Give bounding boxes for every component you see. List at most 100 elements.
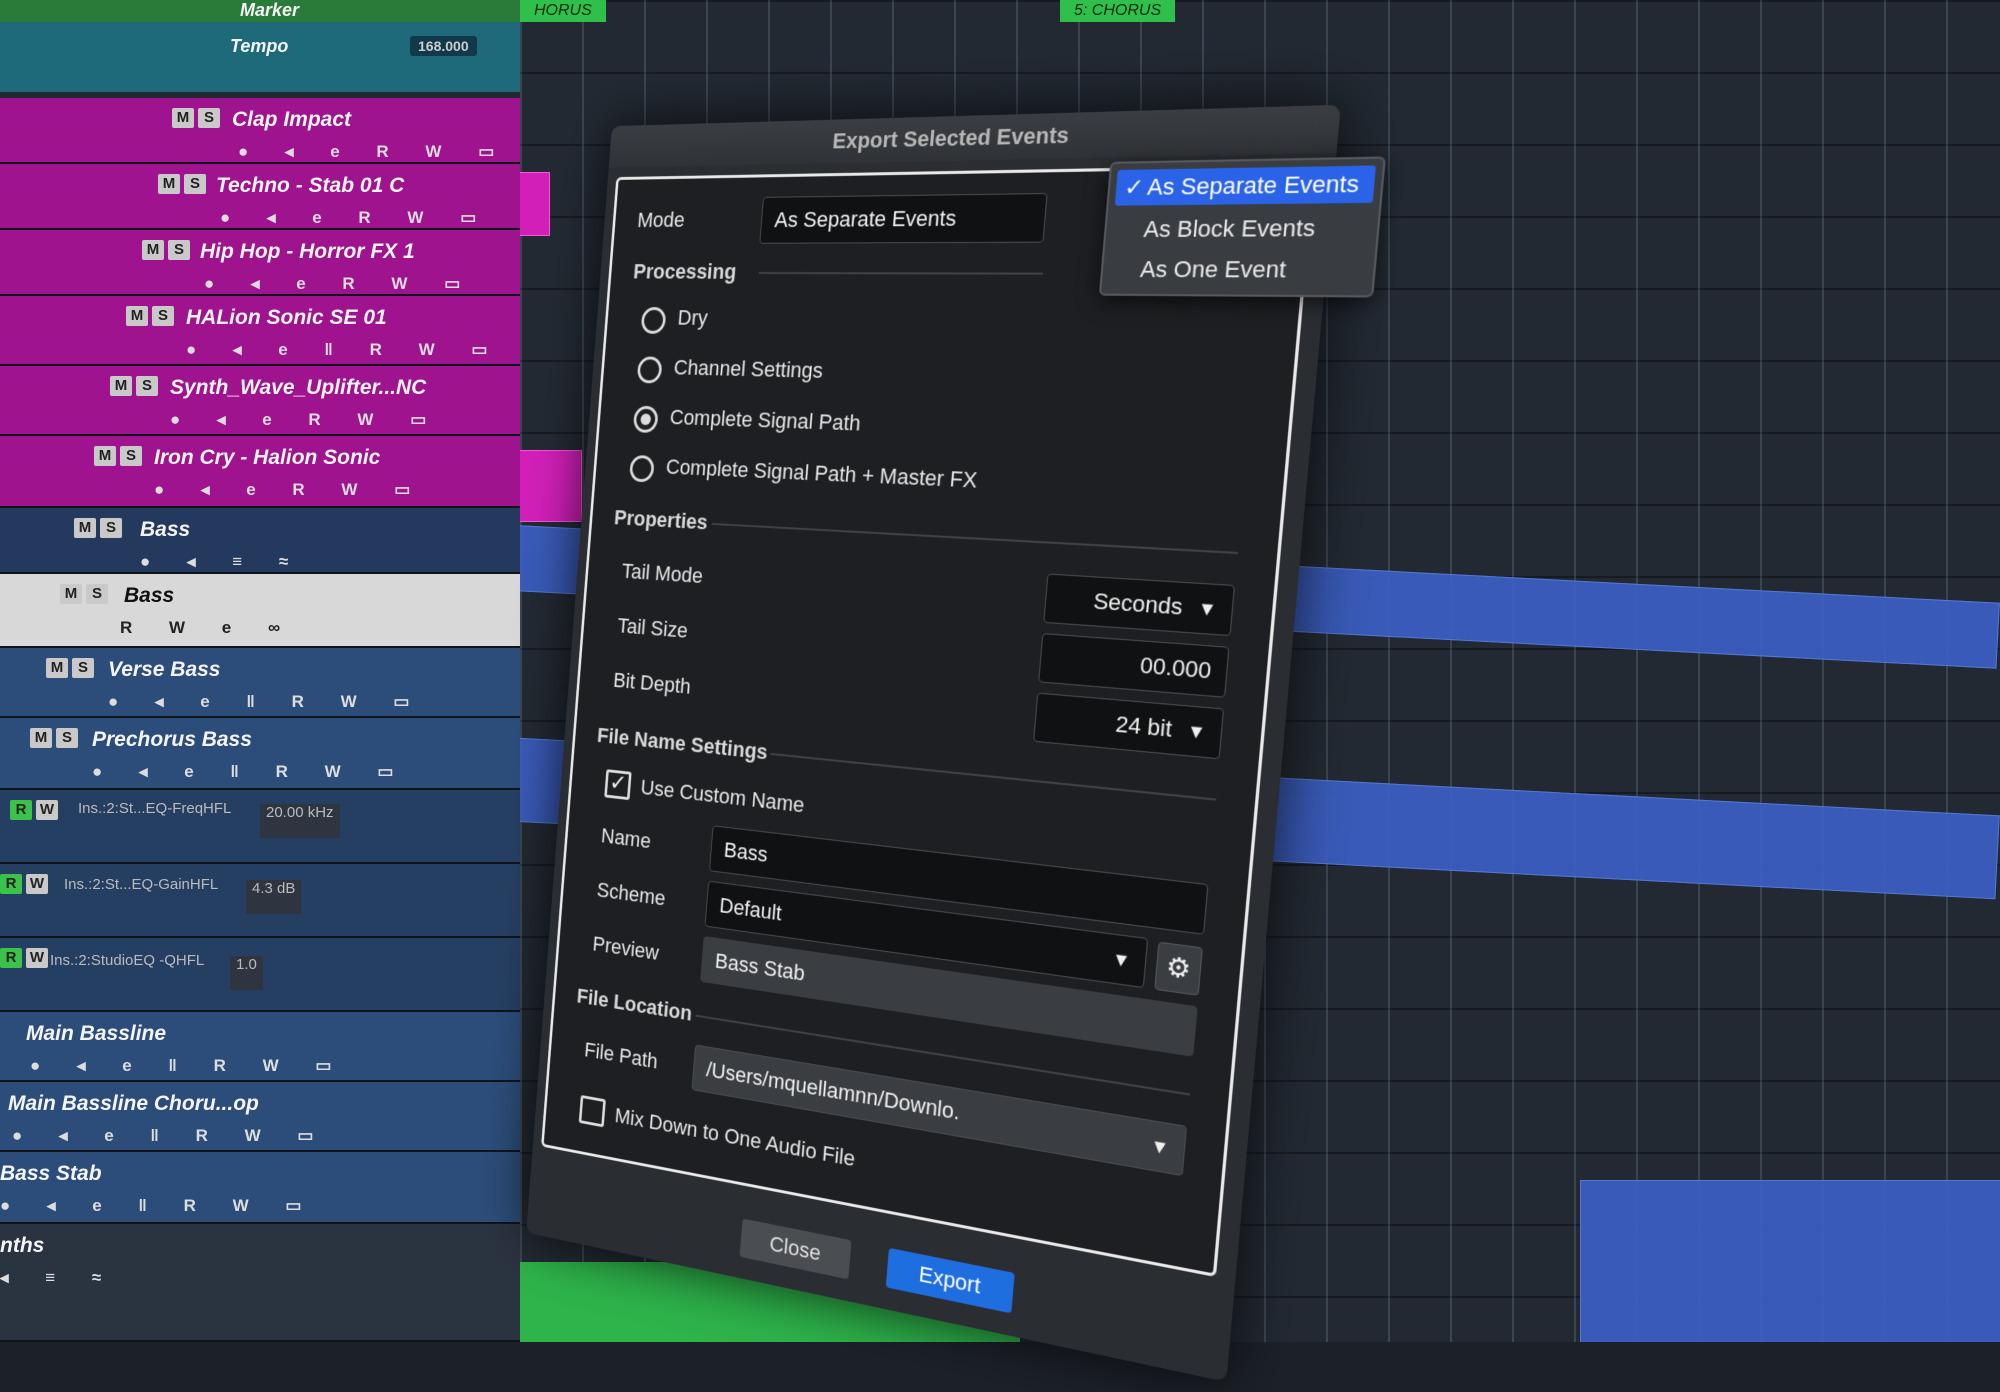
track-controls[interactable]: ● ◂ e R W ▭: [238, 142, 510, 162]
bit-depth-value: 24 bit: [1115, 711, 1173, 742]
chevron-down-icon: ▼: [1148, 1121, 1171, 1172]
track-row[interactable]: MS Techno - Stab 01 C ● ◂ e R W ▭: [0, 164, 520, 230]
mixdown-checkbox[interactable]: [579, 1095, 606, 1127]
track-name: Hip Hop - Horror FX 1: [200, 240, 415, 264]
radio-channel-settings[interactable]: Channel Settings: [637, 354, 639, 382]
marker-chorus-left[interactable]: HORUS: [520, 0, 606, 22]
track-controls[interactable]: ● ◂ e R W ▭: [204, 274, 476, 294]
track-row[interactable]: Main Bassline Choru...op ● ◂ e ‖ R W ▭: [0, 1082, 520, 1152]
insert-param-name[interactable]: Ins.:2:St...EQ-FreqHFL: [78, 800, 231, 834]
gear-icon[interactable]: ⚙: [1154, 942, 1203, 996]
track-controls[interactable]: ◂ ≡ ≈: [0, 1268, 117, 1288]
scheme-label: Scheme: [596, 878, 666, 912]
menu-item-as-block-events[interactable]: As Block Events: [1111, 210, 1372, 248]
track-controls[interactable]: ● ◂ e ‖ R W ▭: [30, 1056, 347, 1076]
tail-size-input[interactable]: 00.000: [1038, 633, 1229, 698]
radio-complete-signal-path[interactable]: Complete Signal Path: [633, 404, 635, 432]
marker-track[interactable]: Marker: [0, 0, 520, 22]
mute-solo-buttons[interactable]: MS: [60, 584, 112, 604]
track-row[interactable]: nths ◂ ≡ ≈: [0, 1224, 520, 1342]
track-row[interactable]: MS Hip Hop - Horror FX 1 ● ◂ e R W ▭: [0, 230, 520, 296]
mute-solo-buttons[interactable]: MS: [110, 376, 162, 396]
insert-row[interactable]: RW Ins.:2:St...EQ-GainHFL 4.3 dB: [0, 864, 520, 938]
track-name: Techno - Stab 01 C: [216, 174, 404, 198]
chevron-down-icon: ▼: [1185, 707, 1208, 757]
track-row[interactable]: MS Bass ● ◂ ≡ ≈: [0, 508, 520, 574]
track-controls[interactable]: ● ◂ e ‖ R W ▭: [0, 1196, 317, 1216]
export-settings-panel: Mode As Separate Events Processing Dry C…: [541, 164, 1315, 1277]
radio-dry[interactable]: Dry: [641, 305, 643, 334]
track-row[interactable]: Main Bassline ● ◂ e ‖ R W ▭: [0, 1012, 520, 1082]
tempo-value[interactable]: 168.000: [410, 36, 477, 56]
export-selected-events-dialog: Export Selected Events Mode As Separate …: [526, 105, 1341, 1382]
mute-solo-buttons[interactable]: MS: [126, 306, 178, 326]
track-controls[interactable]: ● ◂ e ‖ R W ▭: [108, 692, 425, 712]
track-name: HALion Sonic SE 01: [186, 306, 387, 330]
track-controls[interactable]: ● ◂ e ‖ R W ▭: [186, 340, 503, 360]
track-row[interactable]: MS Verse Bass ● ◂ e ‖ R W ▭: [0, 648, 520, 718]
read-write-buttons[interactable]: RW: [10, 800, 62, 820]
track-controls[interactable]: ● ◂ ≡ ≈: [140, 552, 304, 572]
tail-mode-select[interactable]: Seconds ▼: [1043, 573, 1235, 636]
radio-button[interactable]: [637, 356, 663, 383]
track-row[interactable]: MS Prechorus Bass ● ◂ e ‖ R W ▭: [0, 718, 520, 790]
menu-item-as-separate-events[interactable]: ✓ As Separate Events: [1115, 165, 1376, 205]
mute-solo-buttons[interactable]: MS: [142, 240, 194, 260]
file-path-value: /Users/mquellamnn/Downlo.: [705, 1057, 960, 1125]
mute-solo-buttons[interactable]: MS: [94, 446, 146, 466]
close-button[interactable]: Close: [739, 1218, 851, 1279]
read-write-buttons[interactable]: RW: [0, 948, 52, 968]
export-button[interactable]: Export: [886, 1248, 1015, 1314]
track-name: Bass: [140, 518, 190, 542]
track-controls[interactable]: R W e ∞: [120, 618, 296, 638]
radio-complete-signal-path-master-fx[interactable]: Complete Signal Path + Master FX: [629, 453, 631, 481]
bit-depth-label: Bit Depth: [612, 668, 691, 700]
mute-solo-buttons[interactable]: MS: [74, 518, 126, 538]
track-name: nths: [0, 1234, 44, 1258]
mixdown-label: Mix Down to One Audio File: [614, 1103, 856, 1172]
name-label: Name: [600, 823, 652, 854]
insert-row[interactable]: RW Ins.:2:St...EQ-FreqHFL 20.00 kHz: [0, 790, 520, 864]
insert-param-value[interactable]: 20.00 kHz: [260, 804, 340, 838]
bass-stab-event[interactable]: [1580, 1180, 2000, 1342]
bit-depth-select[interactable]: 24 bit ▼: [1033, 693, 1224, 760]
file-path-select[interactable]: /Users/mquellamnn/Downlo. ▼: [691, 1044, 1187, 1176]
track-controls[interactable]: ● ◂ e R W ▭: [220, 208, 492, 228]
mute-solo-buttons[interactable]: MS: [172, 108, 224, 128]
mute-solo-buttons[interactable]: MS: [30, 728, 82, 748]
use-custom-name-checkbox[interactable]: ✓: [604, 769, 631, 800]
marker-chorus[interactable]: 5: CHORUS: [1060, 0, 1175, 22]
preview-label: Preview: [592, 932, 660, 966]
radio-button[interactable]: [629, 455, 655, 483]
radio-button-selected[interactable]: [633, 406, 659, 433]
track-row-selected[interactable]: MS Bass R W e ∞: [0, 574, 520, 648]
mute-solo-buttons[interactable]: MS: [46, 658, 98, 678]
marker-track-label: Marker: [240, 0, 299, 21]
track-controls[interactable]: ● ◂ e ‖ R W ▭: [92, 762, 409, 782]
track-controls[interactable]: ● ◂ e R W ▭: [154, 480, 426, 500]
menu-item-as-one-event[interactable]: As One Event: [1108, 251, 1369, 288]
track-controls[interactable]: ● ◂ e ‖ R W ▭: [12, 1126, 329, 1146]
track-name: Clap Impact: [232, 108, 351, 132]
insert-param-value[interactable]: 1.0: [230, 956, 263, 990]
radio-button[interactable]: [641, 307, 667, 334]
track-row[interactable]: MS HALion Sonic SE 01 ● ◂ e ‖ R W ▭: [0, 296, 520, 366]
tail-mode-value: Seconds: [1092, 588, 1183, 620]
track-row[interactable]: Bass Stab ● ◂ e ‖ R W ▭: [0, 1152, 520, 1224]
tempo-track[interactable]: Tempo 168.000: [0, 24, 520, 92]
track-name: Bass Stab: [0, 1162, 102, 1186]
track-row[interactable]: MS Iron Cry - Halion Sonic ● ◂ e R W ▭: [0, 436, 520, 508]
processing-header: Processing: [633, 259, 738, 284]
track-controls[interactable]: ● ◂ e R W ▭: [170, 410, 442, 430]
mute-solo-buttons[interactable]: MS: [158, 174, 210, 194]
insert-row[interactable]: RW Ins.:2:StudioEQ -QHFL 1.0: [0, 938, 520, 1012]
insert-param-name[interactable]: Ins.:2:StudioEQ -QHFL: [50, 952, 204, 986]
track-list: Marker Tempo 168.000 MS Clap Impact ● ◂ …: [0, 0, 520, 1342]
read-write-buttons[interactable]: RW: [0, 874, 52, 894]
track-row[interactable]: MS Synth_Wave_Uplifter...NC ● ◂ e R W ▭: [0, 366, 520, 436]
mode-select[interactable]: As Separate Events: [759, 193, 1047, 244]
insert-param-name[interactable]: Ins.:2:St...EQ-GainHFL: [64, 876, 218, 910]
insert-param-value[interactable]: 4.3 dB: [246, 880, 301, 914]
file-path-label: File Path: [584, 1038, 659, 1075]
track-row[interactable]: MS Clap Impact ● ◂ e R W ▭: [0, 98, 520, 164]
